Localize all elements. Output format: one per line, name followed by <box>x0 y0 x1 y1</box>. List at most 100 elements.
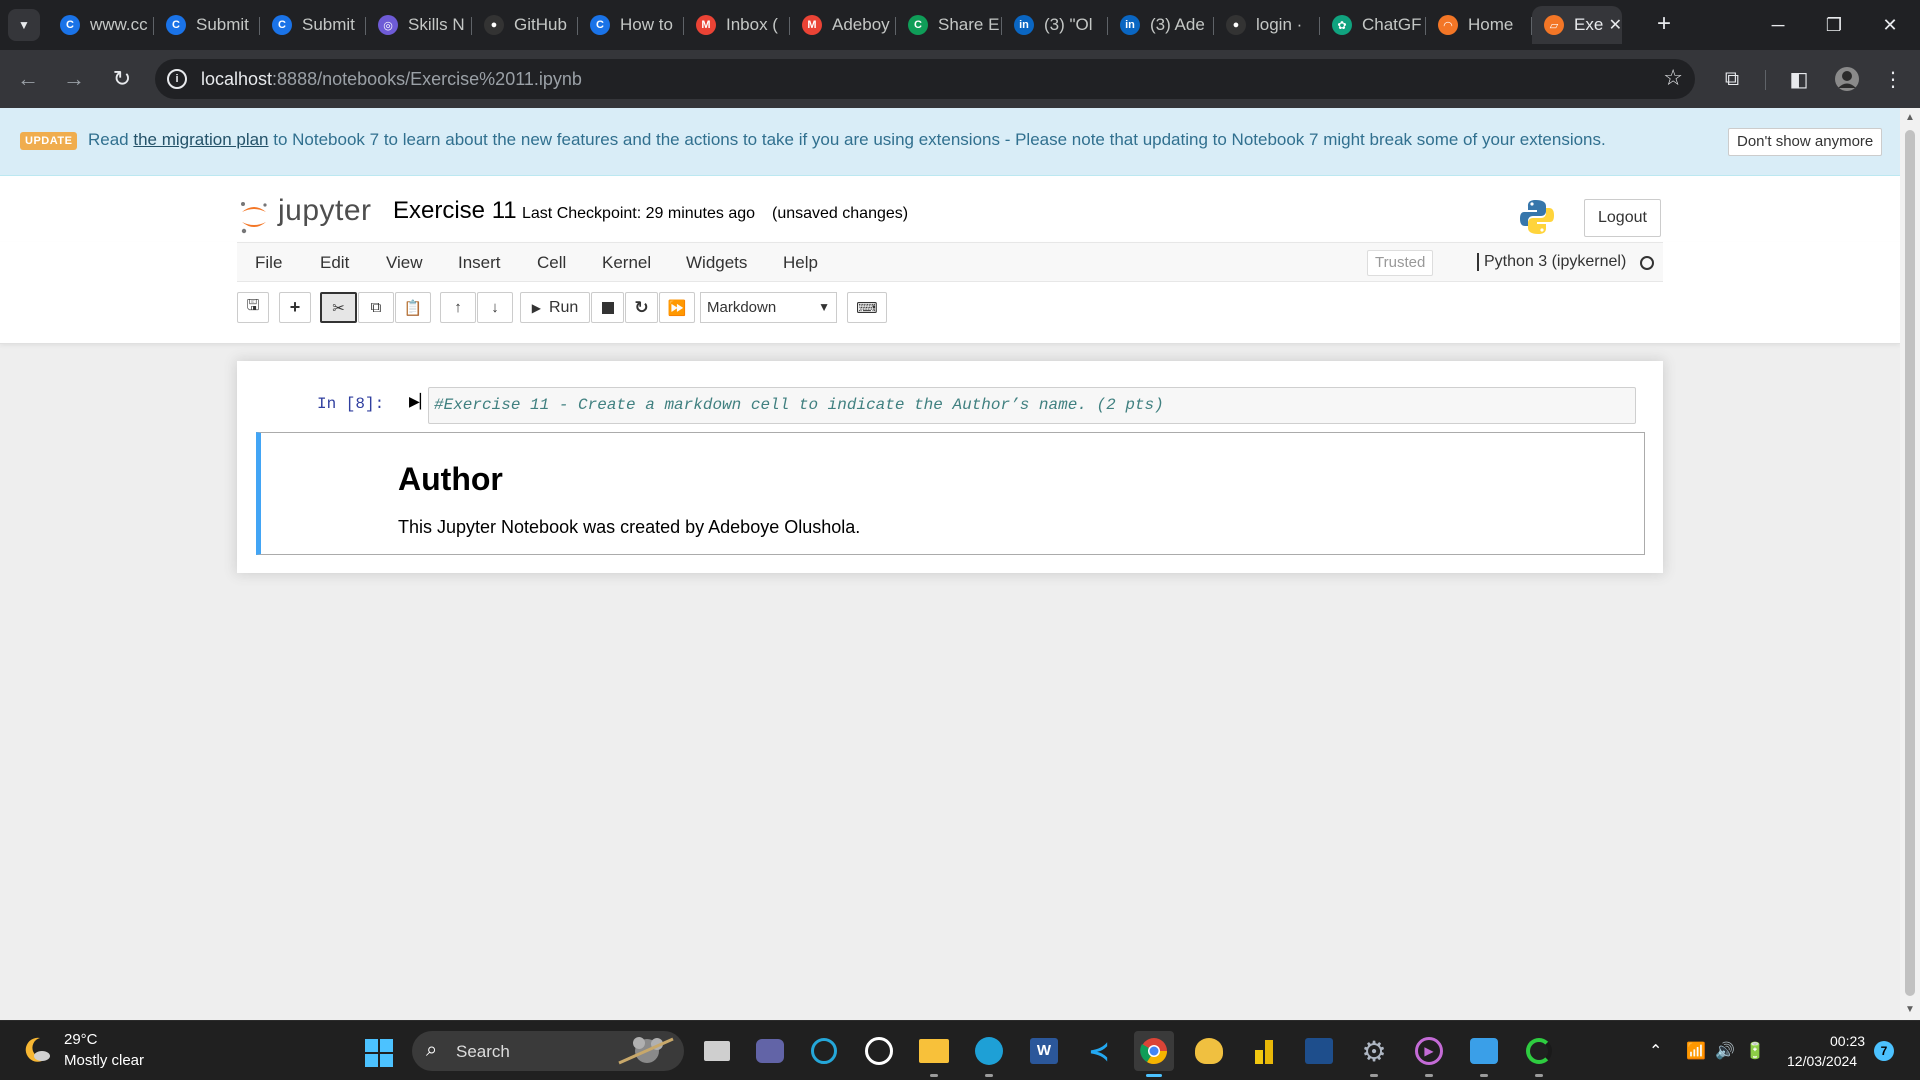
interrupt-button[interactable] <box>591 292 624 323</box>
tab-label: Inbox ( <box>726 15 778 34</box>
fast-forward-icon: ⏩ <box>667 299 687 317</box>
cell-type-select[interactable]: Markdown ▼ <box>700 292 837 323</box>
restart-run-all-button[interactable]: ⏩ <box>659 292 695 323</box>
kernel-name[interactable]: Python 3 (ipykernel) <box>1477 253 1626 271</box>
menu-file[interactable]: File <box>255 253 282 273</box>
jupyter-logo-text[interactable]: jupyter <box>278 194 372 228</box>
kebab-menu-icon[interactable]: ⋮ <box>1878 64 1908 94</box>
command-palette-button[interactable]: ⌨ <box>847 292 887 323</box>
browser-tab[interactable]: C Submit <box>260 6 366 44</box>
menu-cell[interactable]: Cell <box>537 253 566 273</box>
new-tab-button[interactable]: + <box>1650 12 1678 38</box>
move-up-button[interactable]: ↑ <box>440 292 476 323</box>
photos-icon[interactable] <box>1464 1031 1504 1077</box>
tab-favicon-icon: C <box>590 15 610 35</box>
vscode-icon[interactable]: ≺ <box>1079 1031 1119 1071</box>
scroll-down-icon[interactable]: ▼ <box>1904 1004 1916 1016</box>
settings-gear-icon[interactable]: ⚙ <box>1354 1031 1394 1077</box>
file-explorer-icon[interactable] <box>914 1031 954 1077</box>
restore-button[interactable]: ❐ <box>1806 0 1862 50</box>
wifi-icon[interactable]: 📶 <box>1686 1041 1706 1061</box>
close-window-button[interactable]: ✕ <box>1862 0 1918 50</box>
github-desktop-icon[interactable] <box>859 1031 899 1071</box>
scroll-up-icon[interactable]: ▲ <box>1904 112 1916 124</box>
media-player-icon[interactable]: ▶ <box>1409 1031 1449 1077</box>
forward-button[interactable]: → <box>58 63 90 95</box>
tab-search-button[interactable]: ▼ <box>8 9 40 41</box>
save-button[interactable]: 🖫 <box>237 292 269 323</box>
menu-view[interactable]: View <box>386 253 423 273</box>
logout-button[interactable]: Logout <box>1584 199 1661 237</box>
browser-tab[interactable]: Cwww.cc <box>48 6 154 44</box>
side-panel-icon[interactable]: ◧ <box>1784 64 1814 94</box>
extensions-icon[interactable]: ⧉ <box>1717 64 1747 94</box>
insert-cell-button[interactable]: + <box>279 292 311 323</box>
close-tab-icon[interactable]: ✕ <box>1609 15 1622 35</box>
clock-date[interactable]: 12/03/2024 <box>1787 1053 1857 1069</box>
chevron-up-icon[interactable]: ⌃ <box>1649 1041 1662 1061</box>
address-bar[interactable]: i localhost:8888/notebooks/Exercise%2011… <box>155 59 1695 99</box>
browser-tab[interactable]: ◎ Skills N <box>366 6 472 44</box>
minimize-button[interactable]: ─ <box>1750 0 1806 50</box>
notebook-title[interactable]: Exercise 11 <box>393 197 517 225</box>
notification-badge[interactable]: 7 <box>1874 1041 1894 1061</box>
chrome-icon[interactable] <box>1134 1031 1174 1077</box>
restart-button[interactable]: ↻ <box>625 292 658 323</box>
menu-kernel[interactable]: Kernel <box>602 253 651 273</box>
battery-icon[interactable]: 🔋 <box>1745 1041 1765 1061</box>
weather-temperature[interactable]: 29°C <box>64 1031 98 1048</box>
moon-weather-icon[interactable] <box>22 1034 52 1064</box>
menu-edit[interactable]: Edit <box>320 253 349 273</box>
bookmark-star-icon[interactable]: ☆ <box>1663 65 1683 91</box>
jupyter-logo-icon[interactable] <box>238 200 270 234</box>
trusted-indicator[interactable]: Trusted <box>1367 250 1434 276</box>
reload-button[interactable]: ↻ <box>106 63 138 95</box>
clock-time[interactable]: 00:23 <box>1830 1033 1865 1049</box>
github-octocat-icon[interactable] <box>1189 1031 1229 1071</box>
search-icon: ⌕ <box>426 1039 438 1061</box>
windows-start-icon[interactable] <box>364 1038 394 1068</box>
volume-icon[interactable]: 🔊 <box>1715 1041 1735 1061</box>
page-scrollbar[interactable]: ▲ ▼ <box>1900 108 1920 1020</box>
back-button[interactable]: ← <box>12 63 44 95</box>
browser-tab[interactable]: C Submit <box>154 6 260 44</box>
browser-tab[interactable]: in (3) "Ol <box>1002 6 1108 44</box>
migration-plan-link[interactable]: the migration plan <box>133 130 268 149</box>
markdown-cell-selected[interactable]: Author This Jupyter Notebook was created… <box>256 432 1645 555</box>
code-comment[interactable]: #Exercise 11 - Create a markdown cell to… <box>434 396 1164 414</box>
copy-button[interactable]: ⧉ <box>358 292 394 323</box>
browser-tab[interactable]: ◠ Home <box>1426 6 1532 44</box>
run-button[interactable]: ▶ Run <box>520 292 590 323</box>
teams-icon[interactable] <box>750 1031 790 1071</box>
browser-tab[interactable]: M Adeboy <box>790 6 896 44</box>
taskbar-search[interactable]: ⌕ Search <box>412 1031 684 1071</box>
menu-widgets[interactable]: Widgets <box>686 253 747 273</box>
url-text[interactable]: localhost:8888/notebooks/Exercise%2011.i… <box>201 69 582 90</box>
browser-tab[interactable]: C How to <box>578 6 684 44</box>
code-cell[interactable]: #Exercise 11 - Create a markdown cell to… <box>428 387 1636 424</box>
power-bi-icon[interactable] <box>1244 1031 1284 1071</box>
scroll-thumb[interactable] <box>1905 130 1915 996</box>
cut-button[interactable]: ✂ <box>320 292 357 323</box>
sql-server-icon[interactable] <box>1299 1031 1339 1071</box>
paste-button[interactable]: 📋 <box>395 292 431 323</box>
menu-insert[interactable]: Insert <box>458 253 501 273</box>
browser-tab[interactable]: ✿ ChatGF <box>1320 6 1426 44</box>
browser-tab[interactable]: ● GitHub <box>472 6 578 44</box>
cortana-icon[interactable] <box>804 1031 844 1071</box>
edge-icon[interactable] <box>969 1031 1009 1077</box>
loading-app-icon[interactable] <box>1519 1031 1559 1077</box>
word-icon[interactable]: W <box>1024 1031 1064 1071</box>
browser-tab[interactable]: ● login · <box>1214 6 1320 44</box>
menu-help[interactable]: Help <box>783 253 818 273</box>
move-down-button[interactable]: ↓ <box>477 292 513 323</box>
task-view-icon[interactable] <box>697 1031 737 1071</box>
weather-description[interactable]: Mostly clear <box>64 1052 144 1069</box>
site-info-icon[interactable]: i <box>167 69 187 89</box>
browser-tab[interactable]: in (3) Ade <box>1108 6 1214 44</box>
dont-show-anymore-button[interactable]: Don't show anymore <box>1728 128 1883 156</box>
browser-tab[interactable]: C Share E <box>896 6 1002 44</box>
profile-avatar[interactable] <box>1832 64 1862 94</box>
browser-tab[interactable]: M Inbox ( <box>684 6 790 44</box>
browser-tab-active[interactable]: ▱ Exe ✕ <box>1532 6 1622 44</box>
